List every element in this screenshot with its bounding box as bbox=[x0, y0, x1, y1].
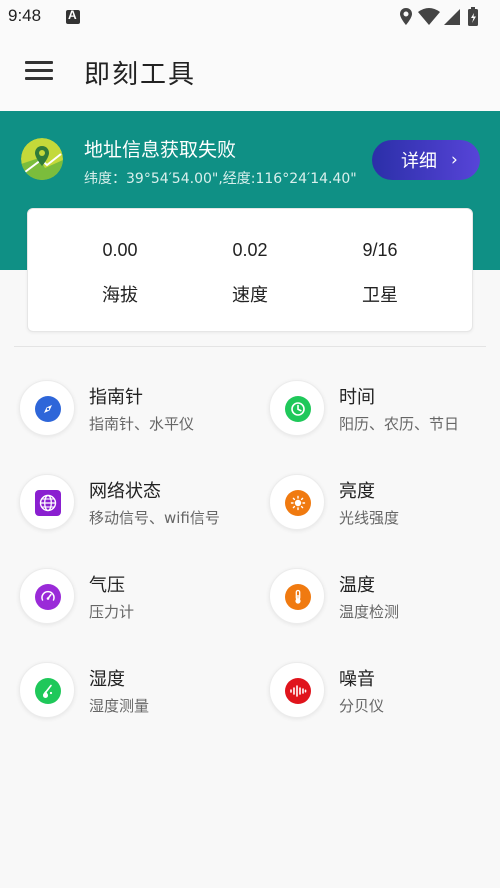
tool-name: 温度 bbox=[339, 575, 375, 596]
stat-value: 0.02 bbox=[232, 240, 268, 260]
tool-brightness[interactable]: 亮度 光线强度 bbox=[269, 474, 500, 544]
tool-name: 亮度 bbox=[339, 481, 375, 502]
stat-value: 9/16 bbox=[362, 240, 398, 260]
stat-label: 海拔 bbox=[102, 285, 138, 306]
clock-icon bbox=[285, 396, 311, 422]
tool-description: 湿度测量 bbox=[89, 697, 150, 715]
app-bar: 即刻工具 bbox=[0, 34, 500, 111]
divider bbox=[14, 346, 486, 347]
tool-temperature[interactable]: 温度 温度检测 bbox=[269, 568, 500, 638]
map-location-icon bbox=[21, 138, 63, 180]
stat-label: 卫星 bbox=[362, 285, 398, 306]
tool-description: 压力计 bbox=[89, 603, 135, 621]
tool-humidity[interactable]: 湿度 湿度测量 bbox=[19, 662, 259, 732]
stat-label: 速度 bbox=[232, 285, 268, 306]
wifi-icon bbox=[418, 8, 440, 25]
tool-compass[interactable]: 指南针 指南针、水平仪 bbox=[19, 380, 259, 450]
sound-wave-icon bbox=[285, 678, 311, 704]
page-title: 即刻工具 bbox=[84, 60, 197, 90]
status-time: 9:48 bbox=[8, 6, 42, 25]
menu-icon[interactable] bbox=[25, 61, 53, 83]
status-bar: 9:48 bbox=[0, 0, 500, 34]
battery-icon bbox=[468, 7, 478, 26]
status-icons bbox=[398, 6, 490, 28]
tool-name: 湿度 bbox=[89, 669, 125, 690]
detail-button-label: 详细 bbox=[401, 151, 437, 172]
tool-name: 指南针 bbox=[89, 387, 143, 408]
stats-card: 0.00 海拔 0.02 速度 9/16 卫星 bbox=[27, 208, 473, 332]
tool-description: 温度检测 bbox=[339, 603, 400, 621]
humidity-icon bbox=[35, 678, 61, 704]
tool-description: 指南针、水平仪 bbox=[89, 415, 195, 433]
tool-noise[interactable]: 噪音 分贝仪 bbox=[269, 662, 500, 732]
thermometer-icon bbox=[285, 584, 311, 610]
tool-name: 气压 bbox=[89, 575, 125, 596]
location-coordinates: 纬度：39°54′54.00",经度:116°24′14.40" bbox=[84, 171, 357, 187]
detail-button[interactable]: 详细 › bbox=[372, 140, 480, 180]
stat-value: 0.00 bbox=[102, 240, 138, 260]
location-pin-icon bbox=[400, 8, 412, 25]
gauge-icon bbox=[35, 584, 61, 610]
brightness-icon bbox=[285, 490, 311, 516]
tool-description: 分贝仪 bbox=[339, 697, 385, 715]
chevron-right-icon: › bbox=[451, 150, 458, 170]
compass-icon bbox=[35, 396, 61, 422]
tool-description: 光线强度 bbox=[339, 509, 400, 527]
tool-name: 噪音 bbox=[339, 669, 375, 690]
tool-description: 移动信号、wifi信号 bbox=[89, 509, 220, 527]
cell-signal-icon bbox=[444, 9, 460, 25]
tool-name: 时间 bbox=[339, 387, 375, 408]
globe-icon bbox=[35, 490, 61, 516]
tool-description: 阳历、农历、节日 bbox=[339, 415, 460, 433]
tool-name: 网络状态 bbox=[89, 481, 161, 502]
tool-time[interactable]: 时间 阳历、农历、节日 bbox=[269, 380, 500, 450]
tool-pressure[interactable]: 气压 压力计 bbox=[19, 568, 259, 638]
tool-network[interactable]: 网络状态 移动信号、wifi信号 bbox=[19, 474, 259, 544]
notification-app-icon bbox=[66, 8, 80, 24]
location-status: 地址信息获取失败 bbox=[84, 139, 237, 161]
